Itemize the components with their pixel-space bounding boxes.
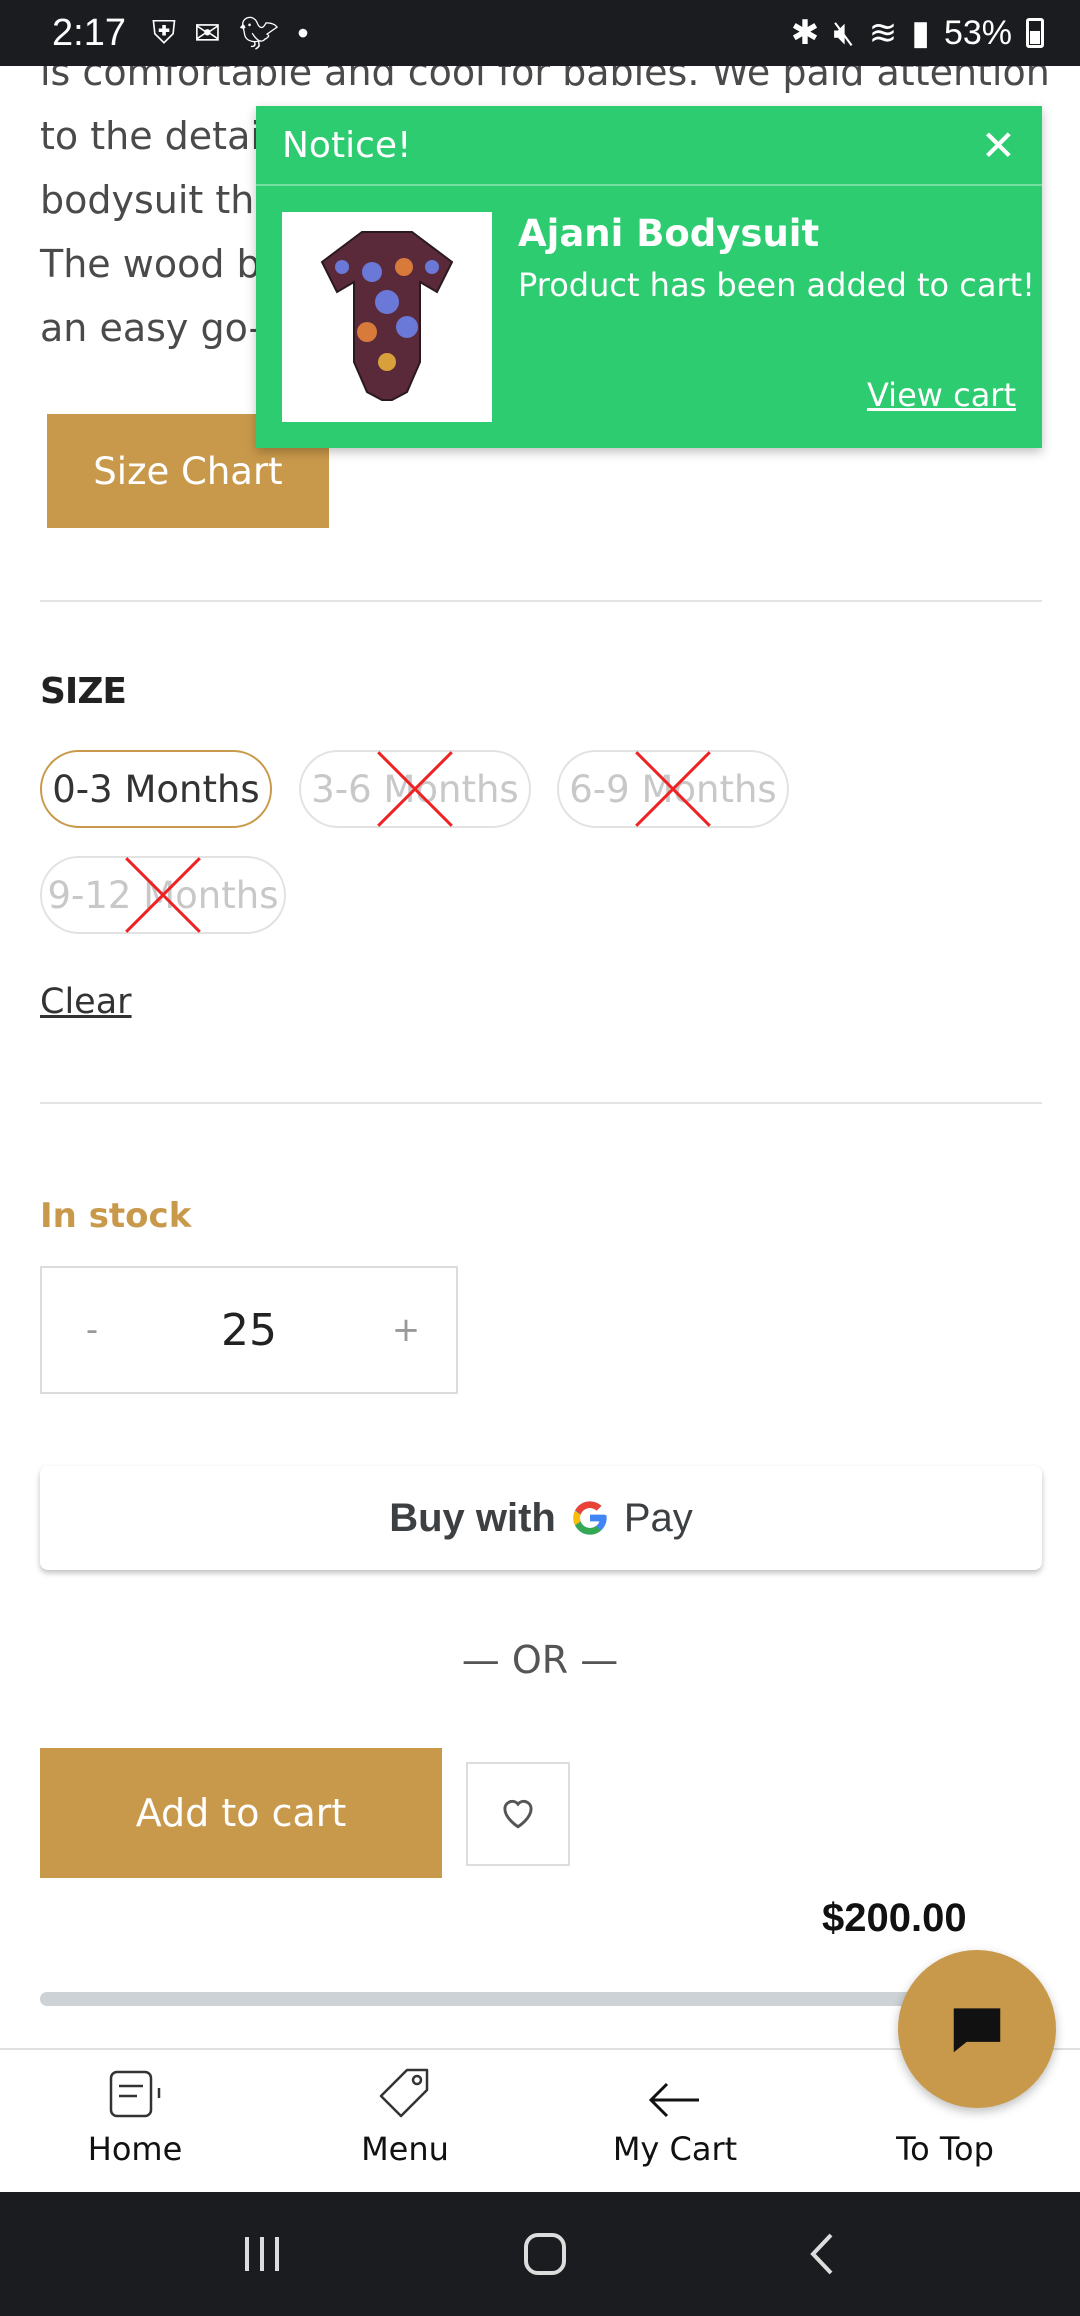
arrow-left-icon xyxy=(648,2082,699,2118)
wishlist-button[interactable] xyxy=(466,1762,570,1866)
unavailable-cross-icon xyxy=(375,749,455,829)
gpay-pay-label: Pay xyxy=(623,1495,693,1540)
status-bar: 2:17 ⛨ ✉ 🐦︎ • ✱ 🔇︎ ≋ ▮ 53% xyxy=(0,0,1080,66)
dot-icon: • xyxy=(297,14,309,51)
nav-home[interactable]: Home xyxy=(0,2050,270,2190)
shield-icon: ⛨ xyxy=(151,14,176,50)
battery-icon xyxy=(1026,18,1044,48)
notice-header: Notice! ✕ xyxy=(256,106,1042,186)
unavailable-cross-icon xyxy=(123,855,203,935)
back-icon[interactable] xyxy=(803,2231,843,2277)
quantity-increase-button[interactable]: + xyxy=(356,1310,456,1350)
scroll-progress-bar xyxy=(40,1992,1000,2006)
nav-top-label: To Top xyxy=(896,2130,994,2168)
nav-menu-label: Menu xyxy=(361,2130,449,2168)
quantity-stepper: - 25 + xyxy=(40,1266,458,1394)
description-line: is comfortable and cool for babies. We p… xyxy=(40,66,1050,94)
home-system-icon[interactable] xyxy=(522,2231,568,2277)
clear-size-link[interactable]: Clear xyxy=(40,982,132,1022)
notice-message: Product has been added to cart! xyxy=(518,266,1035,304)
battery-level: 53% xyxy=(943,13,1012,52)
nav-cart-label: My Cart xyxy=(612,2130,738,2168)
quantity-input[interactable]: 25 xyxy=(142,1305,356,1356)
notice-title: Notice! xyxy=(282,124,412,166)
mail-icon: ✉ xyxy=(193,15,221,51)
size-option-9-12-months[interactable]: 9-12 Months xyxy=(40,856,286,934)
google-logo-icon xyxy=(570,1498,610,1538)
unavailable-cross-icon xyxy=(633,749,713,829)
signal-icon: ▮ xyxy=(911,14,930,52)
added-to-cart-notice: Notice! ✕ Ajani Bodysuit Product has bee… xyxy=(256,106,1042,448)
product-price: $200.00 xyxy=(822,1896,967,1940)
notification-icons: ⛨ ✉ 🐦︎ • xyxy=(152,14,309,52)
status-time: 2:17 xyxy=(52,11,126,54)
size-option-6-9-months[interactable]: 6-9 Months xyxy=(557,750,789,828)
bird-icon: 🐦︎ xyxy=(238,15,280,51)
chat-button[interactable] xyxy=(898,1950,1056,2108)
nav-menu[interactable]: Menu xyxy=(270,2050,540,2190)
heart-icon xyxy=(498,1794,538,1834)
wifi-icon: ≋ xyxy=(868,14,898,52)
recent-apps-icon[interactable] xyxy=(237,2231,287,2277)
system-navigation-bar xyxy=(0,2192,1080,2316)
size-option-label: 0-3 Months xyxy=(52,767,260,811)
product-thumbnail xyxy=(282,212,492,422)
bluetooth-icon: ✱ xyxy=(790,14,820,52)
size-option-3-6-months[interactable]: 3-6 Months xyxy=(299,750,531,828)
notice-product-name: Ajani Bodysuit xyxy=(518,212,820,255)
gpay-buy-with-label: Buy with xyxy=(389,1495,556,1540)
tag-icon xyxy=(379,2068,429,2118)
divider xyxy=(40,600,1042,602)
add-to-cart-button[interactable]: Add to cart xyxy=(40,1748,442,1878)
google-pay-button[interactable]: Buy with Pay xyxy=(40,1466,1042,1570)
size-option-0-3-months[interactable]: 0-3 Months xyxy=(40,750,272,828)
view-cart-link[interactable]: View cart xyxy=(867,376,1016,414)
or-separator: — OR — xyxy=(461,1638,619,1682)
size-label: SIZE xyxy=(40,671,127,712)
divider xyxy=(40,1102,1042,1104)
mute-icon: 🔇︎ xyxy=(833,13,855,52)
close-icon[interactable]: ✕ xyxy=(981,121,1016,170)
bodysuit-image xyxy=(320,231,454,401)
home-icon xyxy=(109,2070,161,2118)
chat-icon xyxy=(953,2008,1001,2053)
quantity-decrease-button[interactable]: - xyxy=(42,1310,142,1350)
system-icons: ✱ 🔇︎ ≋ ▮ 53% xyxy=(791,13,1044,53)
nav-my-cart[interactable]: My Cart xyxy=(540,2050,810,2190)
stock-status: In stock xyxy=(40,1196,192,1236)
nav-home-label: Home xyxy=(87,2130,183,2168)
